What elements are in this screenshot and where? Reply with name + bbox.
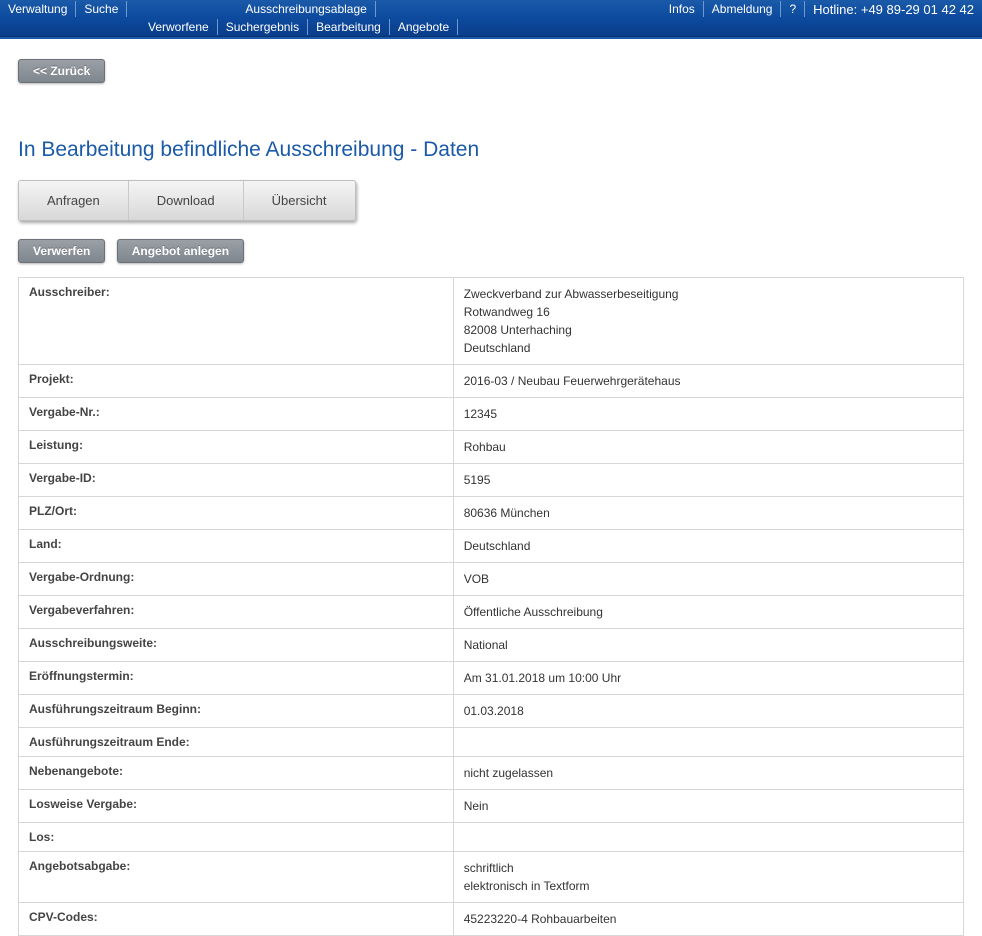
value-vergabeverfahren: Öffentliche Ausschreibung xyxy=(453,596,963,629)
menu-ausschreibungsablage[interactable]: Ausschreibungsablage xyxy=(237,1,375,17)
value-angebotsabgabe: schriftlich elektronisch in Textform xyxy=(453,852,963,903)
tab-anfragen[interactable]: Anfragen xyxy=(19,181,129,220)
menu-suche[interactable]: Suche xyxy=(76,1,127,17)
value-projekt: 2016-03 / Neubau Feuerwehrgerätehaus xyxy=(453,365,963,398)
label-ausschreibungsweite: Ausschreibungsweite: xyxy=(19,629,454,662)
details-table: Ausschreiber: Zweckverband zur Abwasserb… xyxy=(18,277,964,936)
tab-download[interactable]: Download xyxy=(129,181,244,220)
submenu-angebote[interactable]: Angebote xyxy=(390,19,458,35)
menu-abmeldung[interactable]: Abmeldung xyxy=(704,1,782,17)
angebot-anlegen-button[interactable]: Angebot anlegen xyxy=(117,239,244,263)
value-vergabeordnung: VOB xyxy=(453,563,963,596)
label-ausschreiber: Ausschreiber: xyxy=(19,278,454,365)
value-beginn: 01.03.2018 xyxy=(453,695,963,728)
value-ausschreiber: Zweckverband zur Abwasserbeseitigung Rot… xyxy=(453,278,963,365)
submenu-bearbeitung[interactable]: Bearbeitung xyxy=(308,19,390,35)
label-vergabeverfahren: Vergabeverfahren: xyxy=(19,596,454,629)
label-nebenangebote: Nebenangebote: xyxy=(19,757,454,790)
label-plzort: PLZ/Ort: xyxy=(19,497,454,530)
value-los xyxy=(453,823,963,852)
tab-uebersicht[interactable]: Übersicht xyxy=(244,181,355,220)
submenu-suchergebnis[interactable]: Suchergebnis xyxy=(218,19,308,35)
label-vergabenr: Vergabe-Nr.: xyxy=(19,398,454,431)
label-eroeffnung: Eröffnungstermin: xyxy=(19,662,454,695)
back-button[interactable]: << Zurück xyxy=(18,59,105,83)
label-vergabeordnung: Vergabe-Ordnung: xyxy=(19,563,454,596)
label-angebotsabgabe: Angebotsabgabe: xyxy=(19,852,454,903)
menu-help[interactable]: ? xyxy=(781,1,805,17)
value-eroeffnung: Am 31.01.2018 um 10:00 Uhr xyxy=(453,662,963,695)
submenu-verworfene[interactable]: Verworfene xyxy=(140,19,218,35)
value-vergabeid: 5195 xyxy=(453,464,963,497)
value-vergabenr: 12345 xyxy=(453,398,963,431)
label-cpv: CPV-Codes: xyxy=(19,903,454,936)
label-leistung: Leistung: xyxy=(19,431,454,464)
page-title: In Bearbeitung befindliche Ausschreibung… xyxy=(18,138,964,162)
label-ende: Ausführungszeitraum Ende: xyxy=(19,728,454,757)
menu-infos[interactable]: Infos xyxy=(661,1,704,17)
label-land: Land: xyxy=(19,530,454,563)
top-navigation: Verwaltung Suche Ausschreibungsablage In… xyxy=(0,0,982,37)
label-beginn: Ausführungszeitraum Beginn: xyxy=(19,695,454,728)
label-los: Los: xyxy=(19,823,454,852)
label-losweise: Losweise Vergabe: xyxy=(19,790,454,823)
value-nebenangebote: nicht zugelassen xyxy=(453,757,963,790)
value-land: Deutschland xyxy=(453,530,963,563)
value-cpv: 45223220-4 Rohbauarbeiten xyxy=(453,903,963,936)
value-ausschreibungsweite: National xyxy=(453,629,963,662)
tab-strip: Anfragen Download Übersicht xyxy=(18,180,356,221)
verwerfen-button[interactable]: Verwerfen xyxy=(18,239,105,263)
value-leistung: Rohbau xyxy=(453,431,963,464)
value-losweise: Nein xyxy=(453,790,963,823)
label-projekt: Projekt: xyxy=(19,365,454,398)
menu-verwaltung[interactable]: Verwaltung xyxy=(0,1,76,17)
hotline-text: Hotline: +49 89-29 01 42 42 xyxy=(805,1,982,18)
label-vergabeid: Vergabe-ID: xyxy=(19,464,454,497)
value-plzort: 80636 München xyxy=(453,497,963,530)
value-ende xyxy=(453,728,963,757)
